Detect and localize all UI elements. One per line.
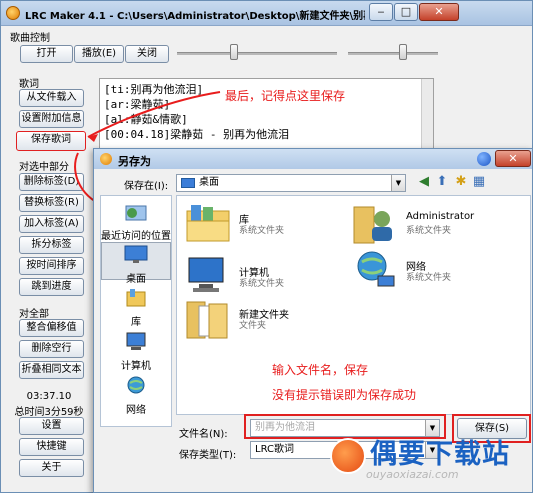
save-hint-annotation: 最后，记得点这里保存 (225, 89, 346, 103)
position-slider-track[interactable] (177, 52, 337, 55)
dialog-app-icon (100, 153, 112, 165)
lyrics-scrollbar[interactable] (421, 79, 433, 152)
filetype-label: 保存类型(T): (179, 450, 237, 461)
item-type: 文件夹 (239, 321, 267, 331)
add-tag-button[interactable]: 加入标签(A) (19, 215, 84, 233)
item-type: 系统文件夹 (239, 279, 285, 289)
desktop-icon (124, 245, 148, 263)
open-button[interactable]: 打开 (20, 45, 73, 63)
watermark-url: ouyaoxiazai.com (366, 468, 459, 481)
load-from-file-button[interactable]: 从文件载入 (19, 89, 84, 107)
watermark-logo-icon (330, 438, 366, 474)
libraries-folder-icon (186, 205, 230, 242)
up-folder-icon[interactable]: ⬆ (434, 174, 450, 190)
dialog-title: 另存为 (118, 155, 151, 168)
current-time: 03:37.10 (26, 391, 72, 402)
adjust-offset-button[interactable]: 整合偏移值 (19, 319, 84, 337)
about-button[interactable]: 关于 (19, 459, 84, 477)
place-desktop[interactable]: 桌面 (101, 242, 171, 285)
item-name: Administrator (406, 211, 475, 222)
position-slider-thumb[interactable] (230, 44, 238, 60)
desktop-icon (181, 178, 195, 188)
place-recent[interactable]: 最近访问的位置 (101, 200, 171, 242)
network-icon (127, 376, 145, 394)
item-type: 系统文件夹 (406, 273, 452, 283)
view-menu-icon[interactable]: ▦ (471, 174, 487, 190)
window-title: LRC Maker 4.1 - C:\Users\Administrator\D… (25, 11, 365, 22)
split-tag-button[interactable]: 拆分标签 (19, 236, 84, 254)
filetype-value: LRC歌词 (255, 444, 295, 455)
filename-hint-annotation: 输入文件名，保存 (272, 363, 369, 377)
lyrics-group-label: 歌词 (19, 79, 39, 90)
place-label: 计算机 (121, 361, 151, 372)
item-type: 系统文件夹 (406, 226, 452, 236)
item-type: 系统文件夹 (239, 226, 285, 236)
set-extra-info-button[interactable]: 设置附加信息 (19, 110, 84, 128)
settings-button[interactable]: 设置 (19, 417, 84, 435)
dialog-title-bar[interactable]: 另存为 ✕ (94, 149, 532, 169)
place-label: 最近访问的位置 (101, 231, 171, 242)
computer-icon (126, 332, 146, 350)
back-icon[interactable]: ◀ (416, 174, 432, 190)
list-item[interactable]: 库 系统文件夹 (185, 201, 355, 251)
place-label: 桌面 (126, 274, 146, 285)
delete-blank-lines-button[interactable]: 删除空行 (19, 340, 84, 358)
total-time: 总时间3分59秒 (14, 407, 84, 418)
fold-same-text-button[interactable]: 折叠相同文本 (19, 361, 84, 379)
volume-slider-thumb[interactable] (399, 44, 407, 60)
watermark-title: 偶要下载站 (370, 439, 510, 470)
network-icon (357, 251, 395, 287)
close-window-button[interactable]: ✕ (419, 3, 459, 21)
save-in-combo[interactable]: 桌面 ▼ (176, 174, 406, 192)
chevron-down-icon[interactable]: ▼ (391, 175, 405, 191)
libraries-icon (126, 289, 146, 307)
list-item[interactable]: Administrator 系统文件夹 (352, 201, 522, 251)
place-computer[interactable]: 计算机 (101, 330, 171, 372)
delete-tag-button[interactable]: 删除标签(D) (19, 173, 84, 191)
title-bar[interactable]: LRC Maker 4.1 - C:\Users\Administrator\D… (1, 1, 532, 26)
close-file-button[interactable]: 关闭 (125, 45, 169, 63)
filename-label: 文件名(N): (179, 429, 228, 440)
list-item[interactable]: 新建文件夹 文件夹 (185, 296, 355, 346)
filename-value: 别再为他流泪 (255, 422, 315, 433)
place-label: 库 (131, 317, 141, 328)
places-bar: 最近访问的位置 桌面 库 计算机 网络 (100, 195, 172, 427)
watermark: 偶要下载站 ouyaoxiazai.com (330, 432, 530, 490)
volume-slider-track[interactable] (348, 52, 438, 55)
help-icon[interactable] (477, 152, 491, 166)
place-libraries[interactable]: 库 (101, 286, 171, 328)
jump-to-progress-button[interactable]: 跳到进度 (19, 278, 84, 296)
computer-icon (188, 257, 224, 292)
shortcuts-button[interactable]: 快捷键 (19, 438, 84, 456)
place-label: 网络 (126, 405, 146, 416)
success-hint-annotation: 没有提示错误即为保存成功 (272, 388, 417, 402)
file-list[interactable]: 库 系统文件夹 Administrator 系统文件夹 计算机 系统文件夹 网络… (176, 195, 531, 415)
playback-group-label: 歌曲控制 (10, 33, 50, 44)
new-folder-icon[interactable]: ✱ (453, 174, 469, 190)
recent-places-icon (125, 205, 147, 221)
folder-icon (186, 301, 228, 339)
list-item[interactable]: 网络 系统文件夹 (352, 248, 522, 298)
minimize-button[interactable]: ‒ (369, 3, 393, 21)
selection-group-label: 对选中部分 (19, 162, 69, 173)
replace-tag-button[interactable]: 替换标签(R) (19, 194, 84, 212)
maximize-button[interactable]: □ (394, 3, 418, 21)
lyric-line: [al:静茹&情歌] (104, 113, 188, 126)
all-group-label: 对全部 (19, 309, 49, 320)
save-in-value: 桌面 (199, 177, 219, 188)
save-lyrics-button[interactable]: 保存歌词 (16, 131, 86, 151)
save-in-label: 保存在(I): (124, 181, 169, 192)
user-folder-icon (353, 206, 392, 244)
dialog-close-button[interactable]: ✕ (495, 150, 531, 167)
sort-by-time-button[interactable]: 按时间排序 (19, 257, 84, 275)
lyric-line: [00:04.18]梁静茹 - 别再为他流泪 (104, 128, 290, 141)
app-icon (6, 6, 20, 20)
place-network[interactable]: 网络 (101, 374, 171, 416)
play-button[interactable]: 播放(E) (74, 45, 124, 63)
